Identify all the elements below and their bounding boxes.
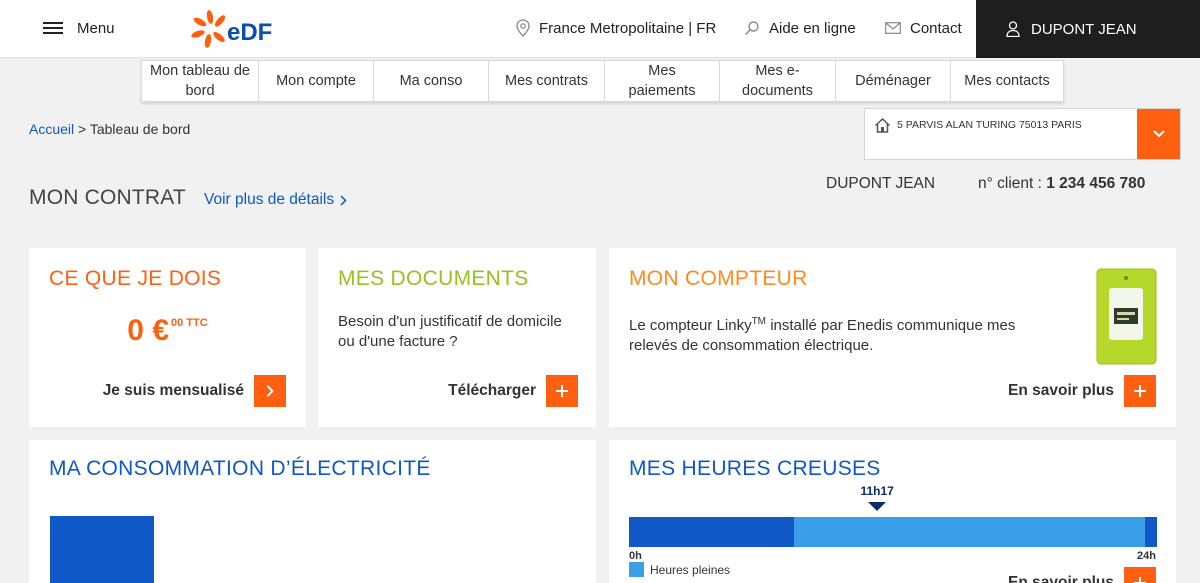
timeline-segment — [629, 517, 794, 547]
card-title: CE QUE JE DOIS — [49, 267, 222, 290]
card-ce-que-je-dois: CE QUE JE DOIS 0 €00 TTC Je suis mensual… — [29, 248, 306, 427]
address-selector[interactable]: 5 PARVIS ALAN TURING 75013 PARIS — [864, 108, 1181, 160]
help-label: Aide en ligne — [769, 19, 856, 37]
client-number-value: 1 234 456 780 — [1046, 175, 1146, 192]
search-icon — [744, 21, 759, 36]
hours-timeline — [629, 517, 1157, 547]
breadcrumb-home-link[interactable]: Accueil — [29, 121, 74, 137]
card-title: MES HEURES CREUSES — [629, 457, 881, 480]
linky-meter-image — [1096, 268, 1157, 365]
card-mes-documents: MES DOCUMENTS Besoin d'un justificatif d… — [318, 248, 596, 427]
breadcrumb-current: Tableau de bord — [89, 121, 191, 137]
details-link[interactable]: Voir plus de détails — [204, 191, 347, 209]
mensualise-button[interactable]: Je suis mensualisé — [103, 375, 286, 407]
compteur-en-savoir-plus-button[interactable]: En savoir plus — [1008, 375, 1156, 407]
user-name: DUPONT JEAN — [1031, 20, 1137, 38]
address-text: 5 PARVIS ALAN TURING 75013 PARIS — [897, 119, 1082, 131]
breadcrumb-separator: > — [78, 121, 87, 137]
user-icon — [1006, 21, 1020, 37]
nav-item-mes-contrats[interactable]: Mes contrats — [489, 61, 605, 101]
breadcrumb: Accueil > Tableau de bord — [29, 121, 190, 137]
contact-label: Contact — [910, 19, 962, 37]
location-pin-icon — [516, 19, 530, 37]
current-time-marker-icon — [868, 502, 887, 511]
chevron-down-icon — [1152, 130, 1165, 138]
details-link-label: Voir plus de détails — [204, 191, 335, 208]
amount-due: 0 €00 TTC — [127, 314, 208, 347]
legend: Heures pleines — [629, 562, 730, 577]
nav-item-demenager[interactable]: Déménager — [836, 61, 951, 101]
card-mon-compteur: MON COMPTEUR Le compteur LinkyTM install… — [609, 248, 1176, 427]
card-mes-heures-creuses: MES HEURES CREUSES 11h17 0h 24h Heures p… — [609, 440, 1176, 583]
nav-item-tableau-de-bord[interactable]: Mon tableau de bord — [142, 61, 259, 101]
nav-item-mes-paiements[interactable]: Mes paiements — [605, 61, 720, 101]
current-time-label: 11h17 — [860, 484, 894, 498]
chevron-right-icon — [340, 194, 347, 206]
address-dropdown-button[interactable] — [1137, 109, 1180, 159]
nav-item-mes-contacts[interactable]: Mes contacts — [951, 61, 1063, 101]
legend-label: Heures pleines — [650, 562, 731, 577]
contract-title: MON CONTRAT — [29, 186, 186, 209]
client-number: n° client : 1 234 456 780 — [978, 175, 1146, 192]
timeline-end-label: 24h — [1137, 550, 1156, 562]
envelope-icon — [885, 22, 901, 34]
nav-item-mes-e-documents[interactable]: Mes e-documents — [720, 61, 836, 101]
card-text: Le compteur LinkyTM installé par Enedis … — [629, 316, 1016, 354]
top-bar: Menu eDF France Metropolitaine | FR Aide… — [0, 0, 1200, 58]
arrow-right-icon — [254, 375, 286, 407]
heures-creuses-en-savoir-plus-button[interactable]: En savoir plus — [1008, 567, 1156, 583]
region-label: France Metropolitaine | FR — [539, 19, 717, 37]
menu-label: Menu — [77, 19, 115, 37]
edf-logo[interactable]: eDF — [189, 8, 289, 50]
svg-text:eDF: eDF — [227, 19, 272, 46]
card-title: MA CONSOMMATION D’ÉLECTRICITÉ — [49, 457, 431, 480]
menu-button[interactable]: Menu — [43, 17, 115, 39]
card-title: MES DOCUMENTS — [338, 267, 529, 290]
nav-item-mon-compte[interactable]: Mon compte — [259, 61, 374, 101]
help-link[interactable]: Aide en ligne — [744, 17, 856, 39]
plus-icon — [1124, 567, 1156, 583]
timeline-segment — [1145, 517, 1157, 547]
plus-icon — [546, 375, 578, 407]
plus-icon — [1124, 375, 1156, 407]
nav-item-ma-conso[interactable]: Ma conso — [374, 61, 489, 101]
timeline-segment — [794, 517, 1145, 547]
consumption-bar[interactable] — [50, 516, 154, 583]
region-selector[interactable]: France Metropolitaine | FR — [516, 17, 716, 39]
home-icon — [874, 117, 891, 133]
telecharger-button[interactable]: Télécharger — [448, 375, 578, 407]
user-account-button[interactable]: DUPONT JEAN — [976, 0, 1200, 58]
timeline-start-label: 0h — [629, 550, 642, 562]
client-name: DUPONT JEAN — [826, 175, 936, 192]
main-navigation: Mon tableau de bord Mon compte Ma conso … — [141, 60, 1064, 102]
contact-link[interactable]: Contact — [885, 17, 962, 39]
legend-swatch — [629, 562, 644, 577]
card-title: MON COMPTEUR — [629, 267, 808, 290]
card-ma-consommation: MA CONSOMMATION D’ÉLECTRICITÉ — [29, 440, 596, 583]
hamburger-icon — [43, 22, 63, 34]
card-text: Besoin d'un justificatif de domicile ou … — [338, 313, 562, 350]
